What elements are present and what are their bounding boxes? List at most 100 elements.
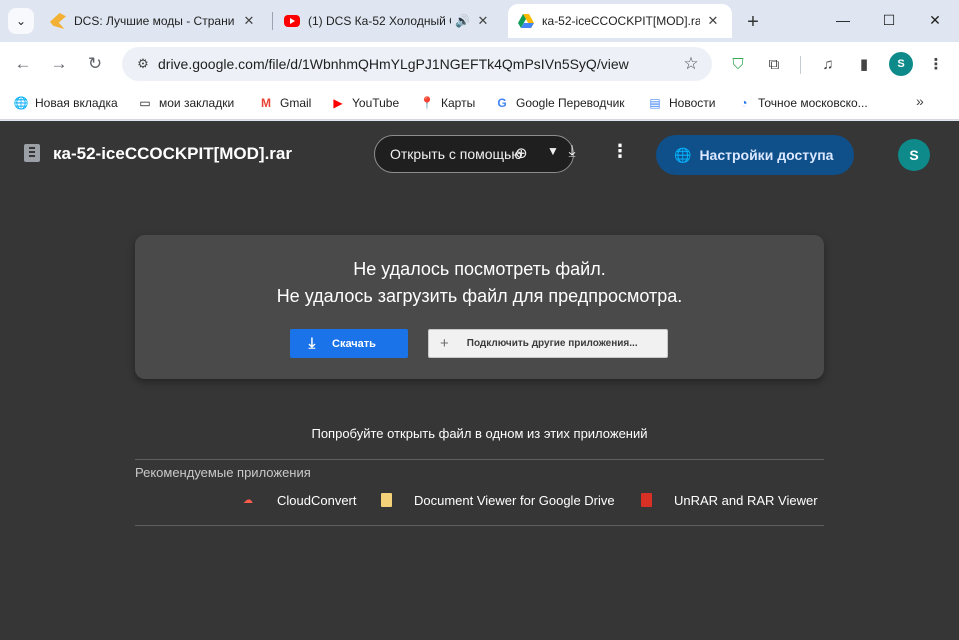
bookmark-youtube[interactable]: ▶ YouTube xyxy=(330,93,399,113)
share-settings-button[interactable]: 🌐 Настройки доступа xyxy=(656,135,854,175)
rar-file-icon xyxy=(641,493,652,507)
chevron-down-icon: ⌄ xyxy=(15,14,27,28)
speaker-icon[interactable]: 🔊 xyxy=(455,14,470,28)
reload-icon: ↻ xyxy=(87,54,103,73)
archive-file-icon xyxy=(24,144,40,162)
bookmark-news[interactable]: ▤ Новости xyxy=(647,93,715,113)
bookmark-gmail[interactable]: M Gmail xyxy=(258,93,311,113)
tab-separator xyxy=(272,12,273,30)
shield-extension-icon[interactable]: ⛉ xyxy=(726,52,750,76)
browser-toolbar: ← → ↻ ⚙ drive.google.com/file/d/1WbnhmQH… xyxy=(0,42,959,86)
google-drive-icon xyxy=(518,14,534,28)
tab-drive-file[interactable]: ка-52-iceCCOCKPIT[MOD].rar ✕ xyxy=(508,4,732,38)
close-icon[interactable]: ✕ xyxy=(704,12,722,30)
toolbar-separator xyxy=(800,56,801,74)
connect-label: Подключить другие приложения... xyxy=(466,338,638,349)
tab-title: ка-52-iceCCOCKPIT[MOD].rar xyxy=(542,14,700,28)
globe-icon: 🌐 xyxy=(674,146,692,163)
open-with-button[interactable]: Открыть с помощью ⊕ ▼ xyxy=(374,135,574,173)
app-cloudconvert[interactable]: ☁ CloudConvert xyxy=(241,491,357,509)
maximize-button[interactable]: ☐ xyxy=(866,0,912,40)
new-tab-button[interactable]: + xyxy=(740,9,766,35)
download-icon[interactable]: ⤓ xyxy=(562,143,582,161)
bookmark-label: Новости xyxy=(669,96,716,110)
document-icon xyxy=(381,493,392,507)
site-settings-icon[interactable]: ⚙ xyxy=(128,56,158,72)
bookmark-label: Google Переводчик xyxy=(516,96,625,110)
bookmarks-bar: 🌐 Новая вкладка ▭ мои закладки M Gmail ▶… xyxy=(0,86,959,120)
close-icon: ✕ xyxy=(929,11,941,28)
more-bookmarks-icon[interactable]: » xyxy=(916,93,924,109)
maximize-icon: ☐ xyxy=(882,11,896,28)
close-icon[interactable]: ✕ xyxy=(474,12,492,30)
youtube-favicon-icon xyxy=(284,15,300,27)
bookmark-label: YouTube xyxy=(352,96,400,110)
bookmark-translate[interactable]: G Google Переводчик xyxy=(494,93,625,113)
side-panel-icon[interactable]: ▮ xyxy=(852,52,876,76)
reload-button[interactable]: ↻ xyxy=(81,50,109,78)
share-label: Настройки доступа xyxy=(699,147,834,163)
close-icon[interactable]: ✕ xyxy=(240,12,258,30)
dcs-favicon-icon xyxy=(50,13,66,29)
plus-icon: + xyxy=(747,10,759,33)
add-app-icon: ⊕ xyxy=(515,145,528,162)
url-text[interactable]: drive.google.com/file/d/1WbnhmQHmYLgPJ1N… xyxy=(158,56,676,72)
folder-icon: ▭ xyxy=(139,96,151,110)
error-message: Не удалось загрузить файл для предпросмо… xyxy=(276,286,683,306)
bookmark-folder[interactable]: ▭ мои закладки xyxy=(137,93,234,113)
extensions-puzzle-icon[interactable]: ⧉ xyxy=(762,52,786,76)
bookmark-maps[interactable]: 📍 Карты xyxy=(419,93,476,113)
download-label: Скачать xyxy=(332,337,376,350)
tab-title: DCS: Лучшие моды - Страни xyxy=(74,14,235,28)
divider xyxy=(135,525,824,526)
forward-button[interactable]: → xyxy=(45,50,73,78)
app-name: CloudConvert xyxy=(277,492,357,508)
more-actions-icon[interactable]: ⋮ xyxy=(610,141,630,162)
drive-preview-viewer: ка-52-iceCCOCKPIT[MOD].rar Открыть с пом… xyxy=(0,121,959,640)
minimize-icon: — xyxy=(836,12,850,28)
minimize-button[interactable]: — xyxy=(820,0,866,40)
tab-dcs-mods[interactable]: DCS: Лучшие моды - Страни ✕ xyxy=(40,4,268,38)
profile-avatar[interactable]: S xyxy=(889,52,913,76)
media-controls-icon[interactable]: ♫ xyxy=(816,52,840,76)
translate-icon: G xyxy=(497,96,507,110)
map-pin-icon: 📍 xyxy=(419,96,435,110)
app-unrar-viewer[interactable]: UnRAR and RAR Viewer xyxy=(641,491,818,509)
bookmark-label: Точное московско... xyxy=(758,96,868,110)
menu-kebab-icon[interactable]: ⋮ xyxy=(924,52,948,76)
account-avatar[interactable]: S xyxy=(898,139,930,171)
bookmark-label: Карты xyxy=(441,96,476,110)
bookmark-new-tab[interactable]: 🌐 Новая вкладка xyxy=(13,93,118,113)
bookmark-star-icon[interactable]: ☆ xyxy=(676,54,706,74)
tab-strip: ⌄ DCS: Лучшие моды - Страни ✕ (1) DCS Ка… xyxy=(0,0,959,42)
arrow-left-icon: ← xyxy=(14,54,32,73)
bookmark-label: Gmail xyxy=(280,96,312,110)
youtube-icon: ▶ xyxy=(333,96,343,110)
file-title: ка-52-iceCCOCKPIT[MOD].rar xyxy=(53,144,292,163)
news-icon: ▤ xyxy=(649,96,661,110)
app-document-viewer[interactable]: Document Viewer for Google Drive xyxy=(381,491,615,509)
back-button[interactable]: ← xyxy=(9,50,37,78)
clock-icon: ◔ xyxy=(740,96,748,110)
download-button[interactable]: ⤓ Скачать xyxy=(290,329,408,358)
arrow-right-icon: → xyxy=(50,54,68,73)
globe-icon: 🌐 xyxy=(13,96,29,110)
open-with-label: Открыть с помощью xyxy=(390,146,522,162)
address-bar[interactable]: ⚙ drive.google.com/file/d/1WbnhmQHmYLgPJ… xyxy=(122,47,712,81)
tab-search-button[interactable]: ⌄ xyxy=(8,8,34,34)
try-apps-text: Попробуйте открыть файл в одном из этих … xyxy=(311,426,648,441)
bookmark-moscow-time[interactable]: ◔ Точное московско... xyxy=(736,93,868,113)
bookmark-label: Новая вкладка xyxy=(35,96,118,110)
download-icon: ⤓ xyxy=(308,335,316,352)
connect-apps-button[interactable]: + Подключить другие приложения... xyxy=(428,329,668,358)
tab-youtube[interactable]: (1) DCS Ка-52 Холодный С 🔊 ✕ xyxy=(274,4,502,38)
close-window-button[interactable]: ✕ xyxy=(912,0,958,40)
gmail-icon: M xyxy=(261,96,271,110)
recommended-apps-label: Рекомендуемые приложения xyxy=(135,465,311,480)
cloudconvert-icon: ☁ xyxy=(243,494,253,506)
preview-error-card: Не удалось посмотреть файл. Не удалось з… xyxy=(135,235,824,379)
bookmark-label: мои закладки xyxy=(159,96,235,110)
app-name: UnRAR and RAR Viewer xyxy=(674,492,818,508)
plus-icon: + xyxy=(440,335,449,352)
app-name: Document Viewer for Google Drive xyxy=(414,492,615,508)
